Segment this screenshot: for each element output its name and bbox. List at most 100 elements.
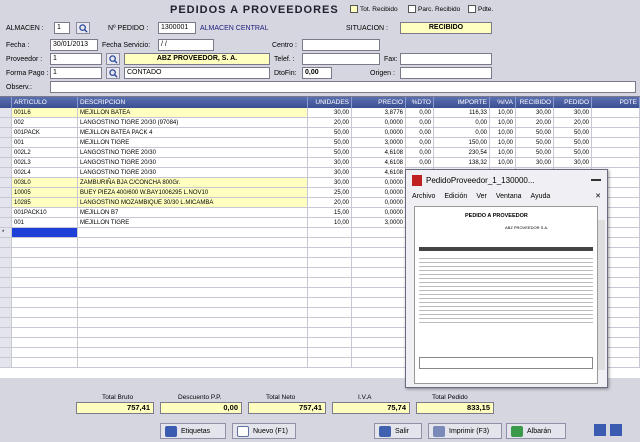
- grid-cell[interactable]: [78, 268, 308, 278]
- grid-cell[interactable]: 50,00: [554, 128, 592, 138]
- grid-cell[interactable]: 0,0000: [352, 198, 406, 208]
- grid-cell[interactable]: 0,0000: [352, 118, 406, 128]
- fax-input[interactable]: [400, 53, 492, 65]
- nuevo-button[interactable]: Nuevo (F1): [232, 423, 296, 439]
- grid-cell[interactable]: MEJILLON BATEA: [78, 108, 308, 118]
- grid-cell[interactable]: [592, 138, 640, 148]
- forma-pago-search-button[interactable]: [106, 67, 120, 79]
- grid-cell[interactable]: 50,00: [308, 138, 352, 148]
- grid-cell[interactable]: 4,6108: [352, 148, 406, 158]
- checkbox-box[interactable]: [408, 5, 416, 13]
- grid-cell[interactable]: [78, 288, 308, 298]
- grid-cell[interactable]: 10,00: [490, 128, 516, 138]
- grid-cell[interactable]: 0,00: [406, 148, 434, 158]
- fecha-servicio-input[interactable]: / /: [158, 39, 214, 51]
- row-selector[interactable]: [0, 128, 12, 138]
- row-selector[interactable]: [0, 108, 12, 118]
- checkbox-box[interactable]: [350, 5, 358, 13]
- grid-cell[interactable]: [12, 348, 78, 358]
- grid-cell[interactable]: [12, 258, 78, 268]
- grid-cell[interactable]: [78, 238, 308, 248]
- telef-input[interactable]: [302, 53, 380, 65]
- grid-cell[interactable]: 0,00: [406, 108, 434, 118]
- grid-cell[interactable]: 0,0000: [352, 188, 406, 198]
- menu-ventana[interactable]: Ventana: [496, 193, 522, 200]
- grid-cell[interactable]: 0,0000: [352, 178, 406, 188]
- grid-cell[interactable]: 002L2: [12, 148, 78, 158]
- grid-cell[interactable]: [308, 288, 352, 298]
- almacen-input[interactable]: 1: [54, 22, 70, 34]
- col-recibido[interactable]: RECIBIDO: [516, 97, 554, 108]
- grid-cell[interactable]: [78, 318, 308, 328]
- grid-cell[interactable]: 001: [12, 138, 78, 148]
- grid-cell[interactable]: [12, 288, 78, 298]
- grid-cell[interactable]: [352, 268, 406, 278]
- menu-edicion[interactable]: Edición: [444, 193, 467, 200]
- row-selector[interactable]: [0, 338, 12, 348]
- grid-cell[interactable]: 30,00: [554, 158, 592, 168]
- grid-cell[interactable]: 230,54: [434, 148, 490, 158]
- grid-cell[interactable]: 3,0000: [352, 138, 406, 148]
- grid-cell[interactable]: 10,00: [490, 138, 516, 148]
- grid-cell[interactable]: 50,00: [554, 138, 592, 148]
- grid-cell[interactable]: [12, 338, 78, 348]
- row-selector[interactable]: [0, 318, 12, 328]
- row-selector[interactable]: [0, 158, 12, 168]
- grid-cell[interactable]: [352, 318, 406, 328]
- grid-cell[interactable]: [12, 238, 78, 248]
- col-iva[interactable]: %IVA: [490, 97, 516, 108]
- grid-cell[interactable]: 0,00: [406, 118, 434, 128]
- grid-cell[interactable]: [352, 308, 406, 318]
- nav-next-button[interactable]: [610, 424, 622, 436]
- proveedor-search-button[interactable]: [106, 53, 120, 65]
- grid-cell[interactable]: [78, 328, 308, 338]
- grid-cell[interactable]: [592, 108, 640, 118]
- grid-cell[interactable]: [592, 158, 640, 168]
- grid-cell[interactable]: [592, 148, 640, 158]
- row-selector[interactable]: [0, 118, 12, 128]
- grid-cell[interactable]: 50,00: [516, 128, 554, 138]
- row-selector[interactable]: [0, 218, 12, 228]
- col-importe[interactable]: IMPORTE: [434, 97, 490, 108]
- minimize-icon[interactable]: [591, 179, 601, 181]
- dtofin-input[interactable]: 0,00: [302, 67, 332, 79]
- col-pedido[interactable]: PEDIDO: [554, 97, 592, 108]
- grid-cell[interactable]: 10285: [12, 198, 78, 208]
- row-selector[interactable]: [0, 168, 12, 178]
- grid-cell[interactable]: LANGOSTINO TIGRE 20/30 (97084): [78, 118, 308, 128]
- grid-cell[interactable]: 30,00: [308, 178, 352, 188]
- grid-cell[interactable]: 25,00: [308, 188, 352, 198]
- row-selector[interactable]: [0, 138, 12, 148]
- etiquetas-button[interactable]: Etiquetas: [160, 423, 226, 439]
- grid-cell[interactable]: 30,00: [554, 108, 592, 118]
- menu-ayuda[interactable]: Ayuda: [531, 193, 551, 200]
- grid-cell[interactable]: [308, 318, 352, 328]
- checkbox-box[interactable]: [468, 5, 476, 13]
- row-selector[interactable]: [0, 238, 12, 248]
- grid-cell[interactable]: BUEY PIEZA 400/600 W.BAY1006295 L.NOV10: [78, 188, 308, 198]
- grid-cell[interactable]: 30,00: [516, 108, 554, 118]
- grid-cell[interactable]: 50,00: [516, 148, 554, 158]
- preview-titlebar[interactable]: PedidoProveedor_1_130000...: [406, 170, 607, 190]
- salir-button[interactable]: Salir: [374, 423, 422, 439]
- grid-cell[interactable]: LANGOSTINO TIGRE 20/30: [78, 158, 308, 168]
- grid-cell[interactable]: 0,0000: [352, 128, 406, 138]
- table-row[interactable]: 001L6 MEJILLON BATEA 30,00 3,8776 0,00 116,33…: [0, 108, 640, 118]
- row-selector[interactable]: [0, 148, 12, 158]
- grid-cell[interactable]: [308, 248, 352, 258]
- grid-cell[interactable]: [352, 228, 406, 238]
- grid-cell[interactable]: [12, 318, 78, 328]
- almacen-search-button[interactable]: [76, 22, 90, 34]
- grid-cell[interactable]: [12, 308, 78, 318]
- grid-cell[interactable]: 20,00: [308, 198, 352, 208]
- grid-cell[interactable]: [308, 338, 352, 348]
- row-selector[interactable]: [0, 248, 12, 258]
- albaran-button[interactable]: Albarán: [506, 423, 566, 439]
- grid-cell[interactable]: MEJILLON TIGRE: [78, 138, 308, 148]
- row-selector[interactable]: *: [0, 228, 12, 238]
- grid-cell[interactable]: 20,00: [308, 118, 352, 128]
- col-pdte[interactable]: PDTE: [592, 97, 640, 108]
- close-icon[interactable]: ✕: [595, 192, 601, 200]
- observ-input[interactable]: [50, 81, 636, 93]
- check-parc-recibido[interactable]: Parc. Recibido: [408, 5, 460, 13]
